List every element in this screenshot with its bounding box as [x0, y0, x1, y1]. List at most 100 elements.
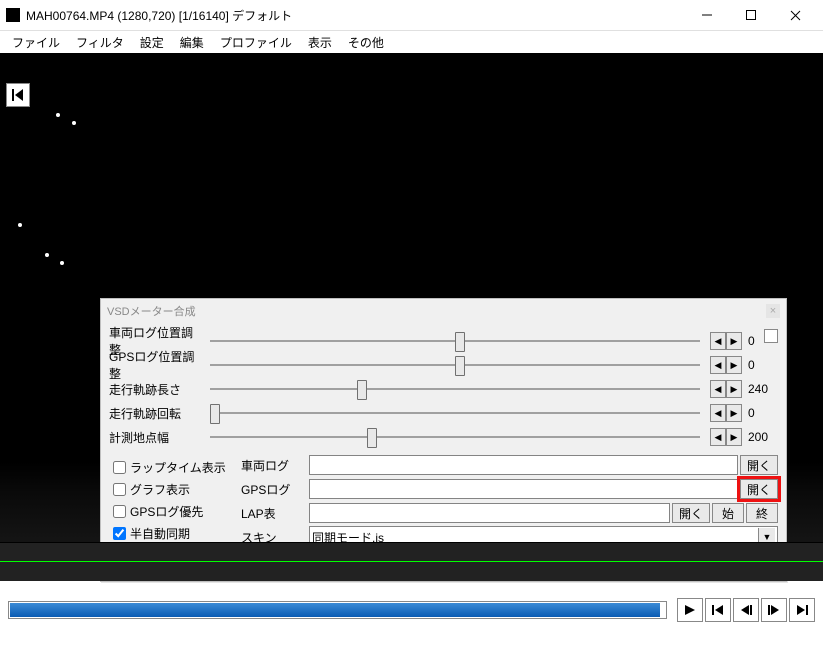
stepper-left[interactable]: ◀ [710, 356, 726, 374]
slider-stepper: ◀▶ [710, 356, 742, 374]
stepper-right[interactable]: ▶ [726, 380, 742, 398]
checkbox-2[interactable]: GPSログ優先 [109, 502, 229, 521]
slider-track[interactable] [210, 388, 700, 390]
titlebar: MAH00764.MP4 (1280,720) [1/16140] デフォルト [0, 0, 823, 31]
stepper-left[interactable]: ◀ [710, 428, 726, 446]
gps-log-open-button[interactable]: 開く [740, 479, 778, 499]
menu-profile[interactable]: プロファイル [212, 32, 300, 53]
next-button[interactable] [789, 598, 815, 622]
slider-row-3: 走行軌跡回転 ◀▶ 0 [109, 401, 778, 425]
lap-start-button[interactable]: 始 [712, 503, 744, 523]
stepper-right[interactable]: ▶ [726, 404, 742, 422]
slider-label: 走行軌跡長さ [109, 381, 204, 398]
video-pixel [45, 253, 49, 257]
panel-close-button[interactable]: × [766, 304, 780, 318]
lap-open-button[interactable]: 開く [672, 503, 710, 523]
play-icon [684, 604, 696, 616]
lap-table-label: LAP表 [241, 505, 309, 522]
slider-thumb[interactable] [455, 356, 465, 376]
stepper-right[interactable]: ▶ [726, 332, 742, 350]
stepper-left[interactable]: ◀ [710, 404, 726, 422]
gps-log-label: GPSログ [241, 481, 309, 498]
slider-thumb[interactable] [357, 380, 367, 400]
checkbox-1[interactable]: グラフ表示 [109, 480, 229, 499]
vehicle-log-row: 車両ログ 開く [241, 453, 778, 477]
transport-bar [0, 581, 823, 639]
app-icon [6, 8, 20, 22]
progress-bar[interactable] [8, 601, 667, 619]
menu-view[interactable]: 表示 [300, 32, 340, 53]
lap-end-button[interactable]: 終 [746, 503, 778, 523]
slider-label: 計測地点幅 [109, 429, 204, 446]
play-button[interactable] [677, 598, 703, 622]
slider-label: GPSログ位置調整 [109, 348, 204, 382]
slider-track[interactable] [210, 412, 700, 414]
minimize-icon [702, 10, 712, 20]
lap-table-row: LAP表 開く 始 終 [241, 501, 778, 525]
checkbox-0[interactable]: ラップタイム表示 [109, 458, 229, 477]
next-icon [795, 604, 809, 616]
slider-track[interactable] [210, 340, 700, 342]
slider-row-1: GPSログ位置調整◀▶0 [109, 353, 778, 377]
slider-track[interactable] [210, 436, 700, 438]
checkbox-column: ラップタイム表示グラフ表示 GPSログ優先半自動同期 [109, 455, 229, 546]
maximize-button[interactable] [729, 1, 773, 30]
menu-settings[interactable]: 設定 [132, 32, 172, 53]
slider-value: 0 [748, 358, 778, 372]
minimize-button[interactable] [685, 1, 729, 30]
prev-icon [711, 604, 725, 616]
menu-other[interactable]: その他 [340, 32, 392, 53]
progress-fill [10, 603, 660, 617]
skip-start-icon [11, 88, 25, 102]
step-fwd-button[interactable] [761, 598, 787, 622]
panel-corner-checkbox[interactable] [764, 329, 778, 343]
timeline-strip[interactable] [0, 542, 823, 581]
video-pixel [56, 113, 60, 117]
vsd-meter-panel: VSDメーター合成 × 車両ログ位置調整◀▶0GPSログ位置調整◀▶0走行軌跡長… [100, 298, 787, 582]
stepper-left[interactable]: ◀ [710, 380, 726, 398]
vehicle-log-input[interactable] [309, 455, 738, 475]
slider-stepper: ◀▶ [710, 404, 742, 422]
menu-file[interactable]: ファイル [4, 32, 68, 53]
prev-button[interactable] [705, 598, 731, 622]
stepper-right[interactable]: ▶ [726, 356, 742, 374]
slider-track[interactable] [210, 364, 700, 366]
slider-value: 0 [748, 406, 778, 420]
slider-row-0: 車両ログ位置調整◀▶0 [109, 329, 778, 353]
step-back-button[interactable] [733, 598, 759, 622]
checkbox-input[interactable] [113, 505, 126, 518]
vehicle-log-open-button[interactable]: 開く [740, 455, 778, 475]
video-viewport: VSDメーター合成 × 車両ログ位置調整◀▶0GPSログ位置調整◀▶0走行軌跡長… [0, 53, 823, 542]
lap-table-input[interactable] [309, 503, 670, 523]
maximize-icon [746, 10, 756, 20]
checkbox-3[interactable]: 半自動同期 [109, 524, 229, 543]
stepper-left[interactable]: ◀ [710, 332, 726, 350]
menubar: ファイル フィルタ 設定 編集 プロファイル 表示 その他 [0, 31, 823, 53]
step-back-icon [739, 604, 753, 616]
menu-edit[interactable]: 編集 [172, 32, 212, 53]
slider-stepper: ◀▶ [710, 332, 742, 350]
checkbox-input[interactable] [113, 527, 126, 540]
slider-thumb[interactable] [210, 404, 220, 424]
slider-row-4: 計測地点幅◀▶200 [109, 425, 778, 449]
panel-title-text: VSDメーター合成 [107, 303, 196, 319]
checkbox-input[interactable] [113, 483, 126, 496]
gps-log-row: GPSログ 開く [241, 477, 778, 501]
video-pixel [60, 261, 64, 265]
slider-stepper: ◀▶ [710, 380, 742, 398]
slider-thumb[interactable] [455, 332, 465, 352]
slider-label: 走行軌跡回転 [109, 405, 204, 422]
close-icon [790, 10, 801, 21]
video-pixel [72, 121, 76, 125]
panel-titlebar[interactable]: VSDメーター合成 × [101, 299, 786, 323]
checkbox-input[interactable] [113, 461, 126, 474]
timeline-line [0, 561, 823, 562]
skip-to-start-button[interactable] [6, 83, 30, 107]
stepper-right[interactable]: ▶ [726, 428, 742, 446]
menu-filter[interactable]: フィルタ [68, 32, 132, 53]
gps-log-input[interactable] [309, 479, 738, 499]
close-button[interactable] [773, 1, 817, 30]
slider-value: 240 [748, 382, 778, 396]
slider-thumb[interactable] [367, 428, 377, 448]
slider-row-2: 走行軌跡長さ ◀▶ 240 [109, 377, 778, 401]
